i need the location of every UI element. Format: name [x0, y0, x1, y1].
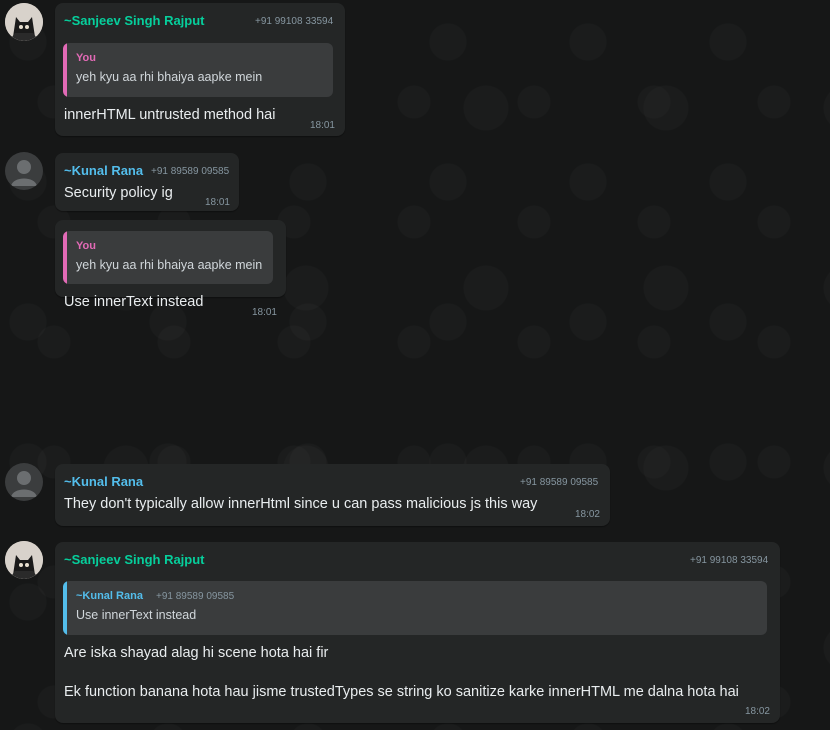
sender-phone: +91 89589 09585 [151, 166, 230, 177]
quote-accent-bar [63, 231, 67, 284]
message-bubble[interactable]: You yeh kyu aa rhi bhaiya aapke mein Use… [55, 220, 286, 318]
sender-avatar[interactable] [5, 3, 43, 41]
message-time: 18:01 [251, 307, 277, 318]
message-time: 18:01 [204, 197, 230, 208]
message-text-line-2: Ek function banana hota hau jisme truste… [64, 684, 739, 700]
sender-avatar[interactable] [5, 541, 43, 579]
quote-phone: +91 89589 09585 [156, 591, 235, 602]
message-text: Are iska shayad alag hi scene hota hai f… [64, 645, 329, 661]
person-icon [11, 160, 37, 186]
quote-accent-bar [63, 581, 67, 635]
message-time: 18:02 [574, 509, 600, 520]
cat-avatar-icon [5, 3, 43, 41]
message-text: innerHTML untrusted method hai [64, 107, 276, 123]
sender-phone: +91 99108 33594 [690, 555, 769, 566]
sender-avatar[interactable] [5, 463, 43, 501]
sender-name[interactable]: ~Sanjeev Singh Rajput [64, 552, 205, 567]
quote-text: yeh kyu aa rhi bhaiya aapke mein [76, 258, 263, 272]
quote-text: yeh kyu aa rhi bhaiya aapke mein [76, 70, 263, 84]
quote-author: You [76, 52, 96, 64]
quote-text: Use innerText instead [76, 608, 197, 622]
sender-name[interactable]: ~Sanjeev Singh Rajput [64, 13, 205, 28]
message-bubble[interactable]: ~Sanjeev Singh Rajput +91 99108 33594 Yo… [55, 3, 345, 136]
message-bubble[interactable]: ~Sanjeev Singh Rajput +91 99108 33594 ~K… [55, 542, 780, 723]
message-text: Security policy ig [64, 185, 173, 201]
sender-phone: +91 99108 33594 [255, 16, 334, 27]
message-bubble[interactable]: ~Kunal Rana +91 89589 09585 They don't t… [55, 464, 610, 526]
sender-phone: +91 89589 09585 [520, 477, 599, 488]
quoted-message[interactable]: ~Kunal Rana +91 89589 09585 Use innerTex… [63, 581, 767, 635]
person-icon [11, 471, 37, 497]
message-text: Use innerText instead [64, 294, 204, 310]
quote-accent-bar [63, 43, 67, 97]
message-time: 18:01 [309, 120, 335, 131]
sender-name[interactable]: ~Kunal Rana [64, 163, 143, 178]
message-bubble[interactable]: ~Kunal Rana +91 89589 09585 Security pol… [55, 153, 239, 211]
cat-avatar-icon [5, 541, 43, 579]
sender-avatar[interactable] [5, 152, 43, 190]
quoted-message[interactable]: You yeh kyu aa rhi bhaiya aapke mein [63, 231, 273, 284]
sender-name[interactable]: ~Kunal Rana [64, 474, 143, 489]
message-text: They don't typically allow innerHtml sin… [64, 496, 538, 512]
quoted-message[interactable]: You yeh kyu aa rhi bhaiya aapke mein [63, 43, 333, 97]
message-time: 18:02 [744, 706, 770, 717]
quote-author: ~Kunal Rana [76, 590, 143, 602]
quote-author: You [76, 240, 96, 252]
